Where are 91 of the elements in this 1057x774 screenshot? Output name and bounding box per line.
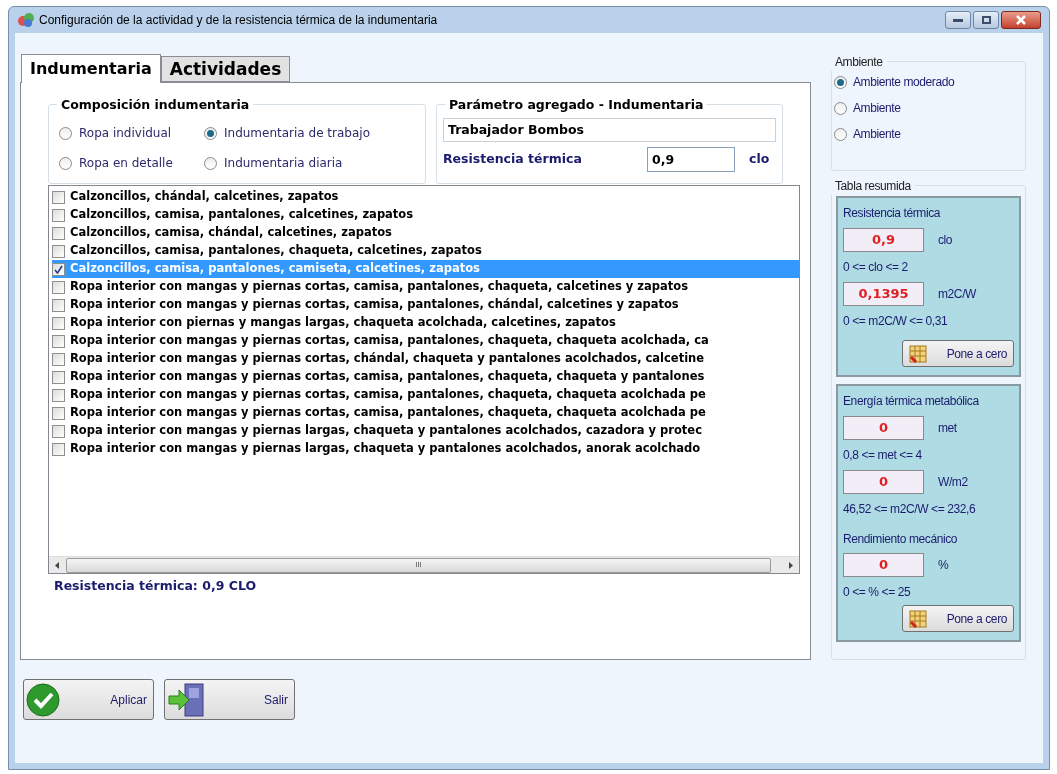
list-item[interactable]: Calzoncillos, camisa, pantalones, calcetines, zapatos bbox=[52, 206, 799, 224]
radio-button[interactable] bbox=[204, 156, 217, 170]
checkbox[interactable] bbox=[52, 316, 65, 330]
checkbox[interactable] bbox=[52, 424, 65, 438]
reset-button[interactable]: Pone a cero bbox=[902, 340, 1014, 367]
item-label: Calzoncillos, camisa, pantalones, camiseta, calcetines, zapatos bbox=[70, 260, 480, 278]
app-icon bbox=[17, 12, 35, 28]
field-label: Resistencia térmica bbox=[443, 149, 583, 168]
radio-label: Ropa en detalle bbox=[79, 155, 173, 172]
item-label: Calzoncillos, chándal, calcetines, zapatos bbox=[70, 188, 339, 206]
exit-button[interactable]: Salir bbox=[164, 679, 295, 720]
unit-label: met bbox=[938, 420, 957, 437]
item-label: Ropa interior con mangas y piernas cortas, camisa, pantalones, chándal, calcetines y zapatos bbox=[70, 296, 679, 314]
radio-label: Ambiente bbox=[853, 126, 901, 143]
name-field[interactable]: Trabajador Bombos bbox=[443, 117, 776, 142]
resistance-field[interactable]: 0,9 bbox=[647, 146, 735, 172]
radio-button[interactable] bbox=[834, 101, 847, 115]
close-button[interactable] bbox=[1001, 11, 1041, 29]
radio-label: Indumentaria de trabajo bbox=[224, 125, 370, 142]
list-item[interactable]: Ropa interior con mangas y piernas largas, chaqueta y pantalones acolchados, cazadora y protec bbox=[52, 422, 799, 440]
item-label: Calzoncillos, camisa, chándal, calcetines, zapatos bbox=[70, 224, 392, 242]
radio-button[interactable] bbox=[834, 127, 847, 141]
checkbox[interactable] bbox=[52, 298, 65, 312]
checkbox[interactable] bbox=[52, 190, 65, 204]
close-icon bbox=[1016, 15, 1026, 25]
group-title: Parámetro agregado - Indumentaria bbox=[445, 96, 708, 115]
unit-label: clo bbox=[938, 232, 953, 249]
tab[interactable]: Indumentaria bbox=[21, 54, 161, 83]
reset-button[interactable]: Pone a cero bbox=[902, 605, 1014, 632]
checkbox[interactable] bbox=[52, 442, 65, 456]
checkbox[interactable] bbox=[52, 370, 65, 384]
radio-button[interactable] bbox=[59, 126, 72, 140]
apply-button[interactable]: Aplicar bbox=[23, 679, 154, 720]
check-icon bbox=[54, 264, 63, 274]
range-label: 0 <= m2C/W <= 0,31 bbox=[843, 313, 949, 330]
unit-label: % bbox=[938, 557, 949, 574]
range-label: 46,52 <= m2C/W <= 232,6 bbox=[843, 501, 977, 518]
list-item[interactable]: Calzoncillos, chándal, calcetines, zapatos bbox=[52, 188, 799, 206]
maximize-button[interactable] bbox=[973, 11, 999, 29]
item-label: Calzoncillos, camisa, pantalones, chaqueta, calcetines, zapatos bbox=[70, 242, 482, 260]
radio-button[interactable] bbox=[204, 126, 217, 140]
grip-text: III bbox=[415, 559, 422, 571]
unit-label: W/m2 bbox=[938, 474, 968, 491]
unit-label: clo bbox=[749, 149, 770, 168]
radio-button[interactable] bbox=[59, 156, 72, 170]
resistance-summary: Resistencia térmica: 0,9 CLO bbox=[54, 577, 258, 595]
door-icon bbox=[167, 681, 207, 718]
value-field[interactable]: 0,9 bbox=[843, 228, 924, 252]
unit-label: m2C/W bbox=[938, 286, 976, 303]
value-field[interactable]: 0 bbox=[843, 416, 924, 440]
checkbox[interactable] bbox=[52, 226, 65, 240]
value-field[interactable]: 0,1395 bbox=[843, 282, 924, 306]
item-label: Ropa interior con mangas y piernas largas, chaqueta y pantalones acolchados, anorak acolchado bbox=[70, 440, 701, 458]
grid-icon bbox=[909, 609, 927, 628]
grid-icon bbox=[909, 344, 927, 363]
checkbox[interactable] bbox=[52, 208, 65, 222]
item-label: Calzoncillos, camisa, pantalones, calcetines, zapatos bbox=[70, 206, 414, 224]
checkbox[interactable] bbox=[52, 388, 65, 402]
radio-button[interactable] bbox=[834, 75, 847, 89]
panel-title: Rendimiento mecánico bbox=[843, 531, 959, 548]
checkbox[interactable] bbox=[52, 262, 65, 276]
radio-label: Ambiente moderado bbox=[853, 74, 955, 91]
range-label: 0 <= clo <= 2 bbox=[843, 259, 909, 276]
list-item[interactable]: Ropa interior con mangas y piernas cortas, camisa, pantalones, chaqueta, calcetines y zapatos bbox=[52, 278, 799, 296]
checkbox[interactable] bbox=[52, 406, 65, 420]
list-item[interactable]: Ropa interior con mangas y piernas cortas, camisa, pantalones, chándal, calcetines y zapatos bbox=[52, 296, 799, 314]
range-label: 0,8 <= met <= 4 bbox=[843, 447, 923, 464]
item-label: Ropa interior con piernas y mangas largas, chaqueta acolchada, calcetines, zapatos bbox=[70, 314, 616, 332]
checkbox[interactable] bbox=[52, 352, 65, 366]
checkbox[interactable] bbox=[52, 280, 65, 294]
group-title: Composición indumentaria bbox=[57, 96, 254, 115]
list-item[interactable]: Ropa interior con piernas y mangas largas, chaqueta acolchada, calcetines, zapatos bbox=[52, 314, 799, 332]
checkbox[interactable] bbox=[52, 334, 65, 348]
radio-label: Ropa individual bbox=[79, 125, 172, 142]
item-label: Ropa interior con mangas y piernas cortas, camisa, pantalones, chaqueta, calcetines y zapatos bbox=[70, 278, 689, 296]
check-icon bbox=[26, 682, 60, 717]
list-item[interactable]: Calzoncillos, camisa, chándal, calcetines, zapatos bbox=[52, 224, 799, 242]
value-field[interactable]: 0 bbox=[843, 553, 924, 577]
minimize-button[interactable] bbox=[945, 11, 971, 29]
value-field[interactable]: 0 bbox=[843, 470, 924, 494]
list-item[interactable]: Ropa interior con mangas y piernas largas, chaqueta y pantalones acolchados, anorak acolchado bbox=[52, 440, 799, 458]
panel-title: Resistencia térmica bbox=[843, 205, 942, 222]
tab[interactable]: Actividades bbox=[160, 56, 291, 82]
range-label: 0 <= % <= 25 bbox=[843, 584, 912, 601]
list-item[interactable]: Calzoncillos, camisa, pantalones, chaqueta, calcetines, zapatos bbox=[52, 242, 799, 260]
window-title: Configuración de la actividad y de la resistencia térmica de la indumentaria bbox=[39, 12, 438, 29]
checkbox[interactable] bbox=[52, 244, 65, 258]
item-label: Ropa interior con mangas y piernas largas, chaqueta y pantalones acolchados, cazadora y protec bbox=[70, 422, 702, 440]
panel-title: Energía térmica metabólica bbox=[843, 393, 980, 410]
radio-label: Indumentaria diaria bbox=[224, 155, 343, 172]
radio-label: Ambiente bbox=[853, 100, 901, 117]
